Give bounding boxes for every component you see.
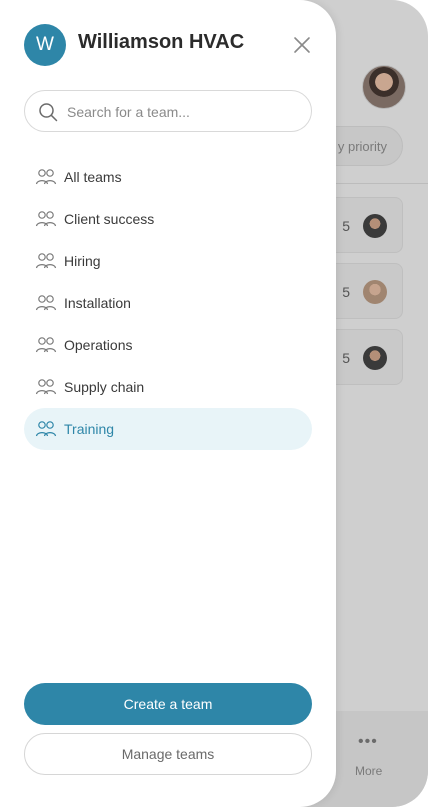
task-count: 5 [342,350,350,366]
team-icon [35,379,57,395]
assignee-avatar [363,214,387,238]
team-item-client-success[interactable]: Client success [24,198,312,240]
team-icon [35,295,57,311]
org-name: Williamson HVAC [78,31,245,53]
manage-teams-button[interactable]: Manage teams [24,733,312,775]
team-icon [35,169,57,185]
team-item-label: Client success [64,211,155,227]
team-item-hiring[interactable]: Hiring [24,240,312,282]
team-item-installation[interactable]: Installation [24,282,312,324]
team-item-all-teams[interactable]: All teams [24,156,312,198]
team-item-label: All teams [64,169,122,185]
team-item-label: Operations [64,337,133,353]
assignee-avatar [363,346,387,370]
task-count: 5 [342,284,350,300]
team-icon [35,253,57,269]
close-button[interactable] [290,33,314,57]
team-item-operations[interactable]: Operations [24,324,312,366]
team-search-input[interactable] [65,91,299,133]
team-icon [35,421,57,437]
search-icon [39,103,58,122]
create-team-button[interactable]: Create a team [24,683,312,725]
team-search[interactable] [24,90,312,133]
org-avatar: W [24,24,66,66]
team-item-label: Hiring [64,253,101,269]
team-item-label: Installation [64,295,131,311]
user-avatar[interactable] [362,65,406,109]
team-list: All teams Client success Hiring Installa… [24,156,312,450]
team-switcher-drawer: W Williamson HVAC All teams [0,0,336,807]
assignee-avatar [363,280,387,304]
ellipsis-icon[interactable]: ••• [358,733,378,751]
task-count: 5 [342,218,350,234]
team-item-label: Supply chain [64,379,145,395]
tab-more-label[interactable]: More [355,764,382,778]
team-item-label: Training [64,421,115,437]
team-item-supply-chain[interactable]: Supply chain [24,366,312,408]
team-item-training[interactable]: Training [24,408,312,450]
team-icon [35,211,57,227]
close-icon [294,37,310,53]
team-icon [35,337,57,353]
